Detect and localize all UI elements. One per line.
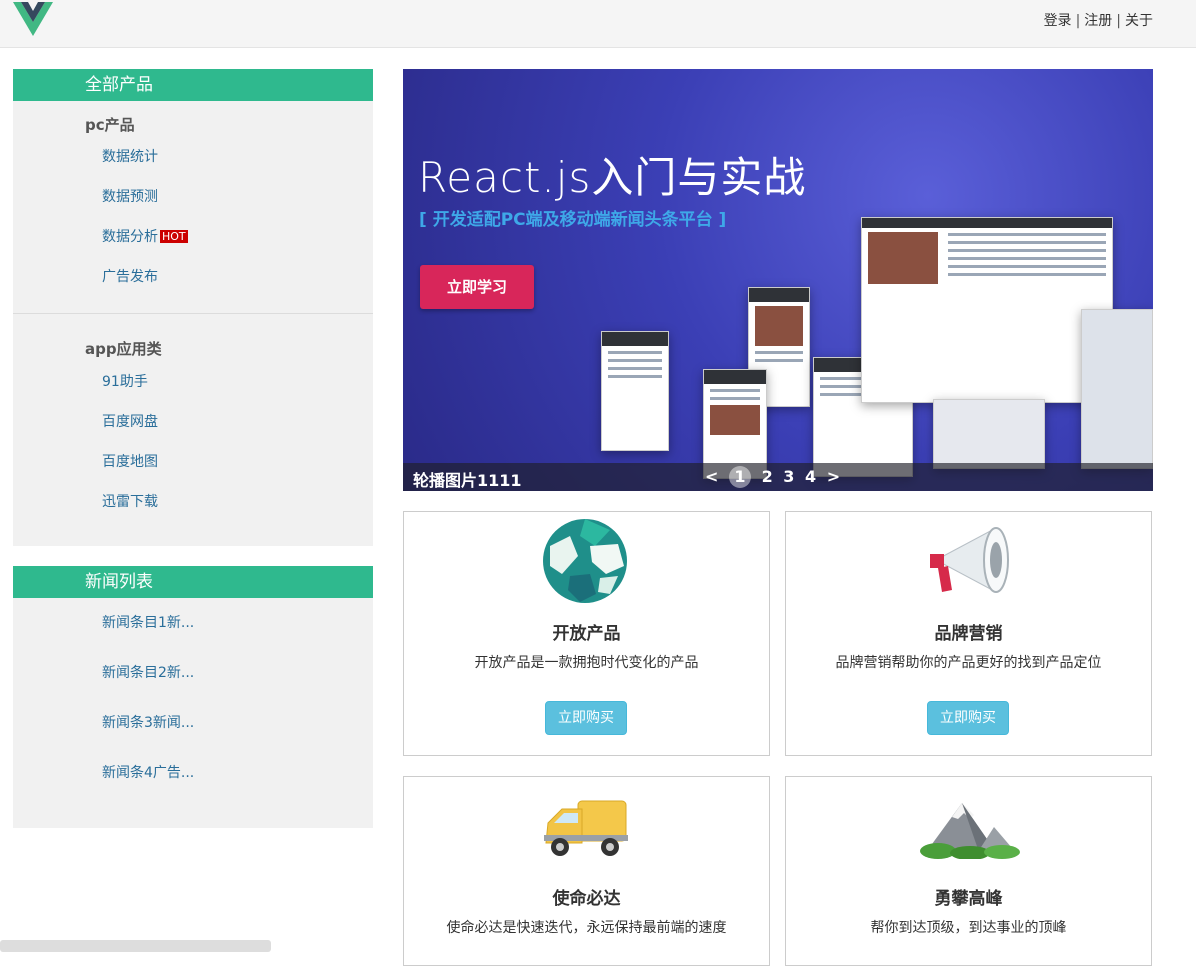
page-mockup bbox=[1081, 309, 1153, 469]
horizontal-scrollbar[interactable] bbox=[0, 940, 271, 952]
product-card-open: 开放产品 开放产品是一款拥抱时代变化的产品 立即购买 bbox=[403, 511, 770, 756]
nav-item-label: 数据分析 bbox=[102, 229, 158, 245]
buy-button[interactable]: 立即购买 bbox=[545, 701, 627, 735]
card-title: 勇攀高峰 bbox=[934, 889, 1003, 909]
page-mockup bbox=[933, 399, 1045, 469]
top-links: 登录 | 注册 | 关于 bbox=[1044, 10, 1153, 30]
carousel-page-1[interactable]: 1 bbox=[728, 466, 751, 488]
phone-mockup bbox=[601, 331, 669, 451]
news-item[interactable]: 新闻条4广告... bbox=[13, 754, 373, 804]
carousel-pager: < 1 2 3 4 > bbox=[705, 466, 845, 488]
nav-item-data-analysis[interactable]: 数据分析 HOT bbox=[13, 217, 373, 257]
card-description: 开放产品是一款拥抱时代变化的产品 bbox=[474, 655, 699, 671]
megaphone-icon bbox=[930, 527, 1009, 593]
banner-cta-button[interactable]: 立即学习 bbox=[420, 265, 534, 309]
carousel-page-4[interactable]: 4 bbox=[805, 467, 816, 486]
banner-headline: React.js入门与实战 bbox=[418, 153, 807, 202]
carousel-page-3[interactable]: 3 bbox=[783, 467, 794, 486]
carousel-prev-button[interactable]: < bbox=[705, 467, 718, 486]
vue-logo-icon[interactable] bbox=[13, 2, 53, 36]
news-item[interactable]: 新闻条目1新... bbox=[13, 604, 373, 654]
delivery-van-icon bbox=[544, 800, 628, 856]
product-card-brand: 品牌营销 品牌营销帮助你的产品更好的找到产品定位 立即购买 bbox=[785, 511, 1152, 756]
nav-item-baidu-pan[interactable]: 百度网盘 bbox=[13, 402, 373, 442]
about-link[interactable]: 关于 bbox=[1125, 13, 1153, 29]
login-link[interactable]: 登录 bbox=[1044, 13, 1072, 29]
nav-item-baidu-map[interactable]: 百度地图 bbox=[13, 442, 373, 482]
card-title: 使命必达 bbox=[552, 889, 621, 909]
separator: | bbox=[1075, 13, 1081, 29]
register-link[interactable]: 注册 bbox=[1084, 13, 1112, 29]
card-title: 品牌营销 bbox=[934, 624, 1003, 644]
card-description: 使命必达是快速迭代，永远保持最前端的速度 bbox=[446, 920, 727, 936]
group-title-app: app应用类 bbox=[85, 340, 162, 358]
globe-icon bbox=[543, 519, 627, 603]
nav-item-data-stats[interactable]: 数据统计 bbox=[13, 137, 373, 177]
product-card-mission: 使命必达 使命必达是快速迭代，永远保持最前端的速度 bbox=[403, 776, 770, 966]
carousel-caption-bar: 轮播图片1111 < 1 2 3 4 > bbox=[403, 463, 1153, 491]
card-description: 品牌营销帮助你的产品更好的找到产品定位 bbox=[835, 655, 1102, 671]
buy-button[interactable]: 立即购买 bbox=[927, 701, 1009, 735]
news-item[interactable]: 新闻条目2新... bbox=[13, 654, 373, 704]
separator: | bbox=[1116, 13, 1121, 29]
group-title-pc: pc产品 bbox=[85, 116, 135, 134]
carousel-caption: 轮播图片1111 bbox=[413, 471, 522, 490]
card-description: 帮你到达顶级，到达事业的顶峰 bbox=[870, 920, 1067, 936]
card-title: 开放产品 bbox=[552, 624, 621, 644]
products-panel: 全部产品 pc产品 数据统计 数据预测 数据分析 HOT 广告发布 app应用类 … bbox=[13, 69, 373, 546]
hot-badge: HOT bbox=[160, 230, 188, 243]
mountain-icon bbox=[920, 803, 1020, 859]
banner-carousel[interactable]: React.js入门与实战 [ 开发适配PC端及移动端新闻头条平台 ] 立即学习… bbox=[403, 69, 1153, 491]
nav-item-xunlei[interactable]: 迅雷下载 bbox=[13, 482, 373, 522]
desktop-mockup bbox=[861, 217, 1113, 403]
carousel-next-button[interactable]: > bbox=[827, 467, 840, 486]
nav-item-ad-publish[interactable]: 广告发布 bbox=[13, 257, 373, 297]
nav-item-data-forecast[interactable]: 数据预测 bbox=[13, 177, 373, 217]
news-item[interactable]: 新闻条3新闻... bbox=[13, 704, 373, 754]
news-panel: 新闻列表 新闻条目1新... 新闻条目2新... 新闻条3新闻... 新闻条4广… bbox=[13, 566, 373, 828]
banner-subtitle: [ 开发适配PC端及移动端新闻头条平台 ] bbox=[419, 210, 727, 230]
news-panel-title: 新闻列表 bbox=[13, 566, 373, 598]
top-navbar: 登录 | 注册 | 关于 bbox=[0, 0, 1196, 48]
products-panel-title: 全部产品 bbox=[13, 69, 373, 101]
carousel-page-2[interactable]: 2 bbox=[762, 467, 773, 486]
product-card-summit: 勇攀高峰 帮你到达顶级，到达事业的顶峰 bbox=[785, 776, 1152, 966]
nav-item-91-assistant[interactable]: 91助手 bbox=[13, 362, 373, 402]
